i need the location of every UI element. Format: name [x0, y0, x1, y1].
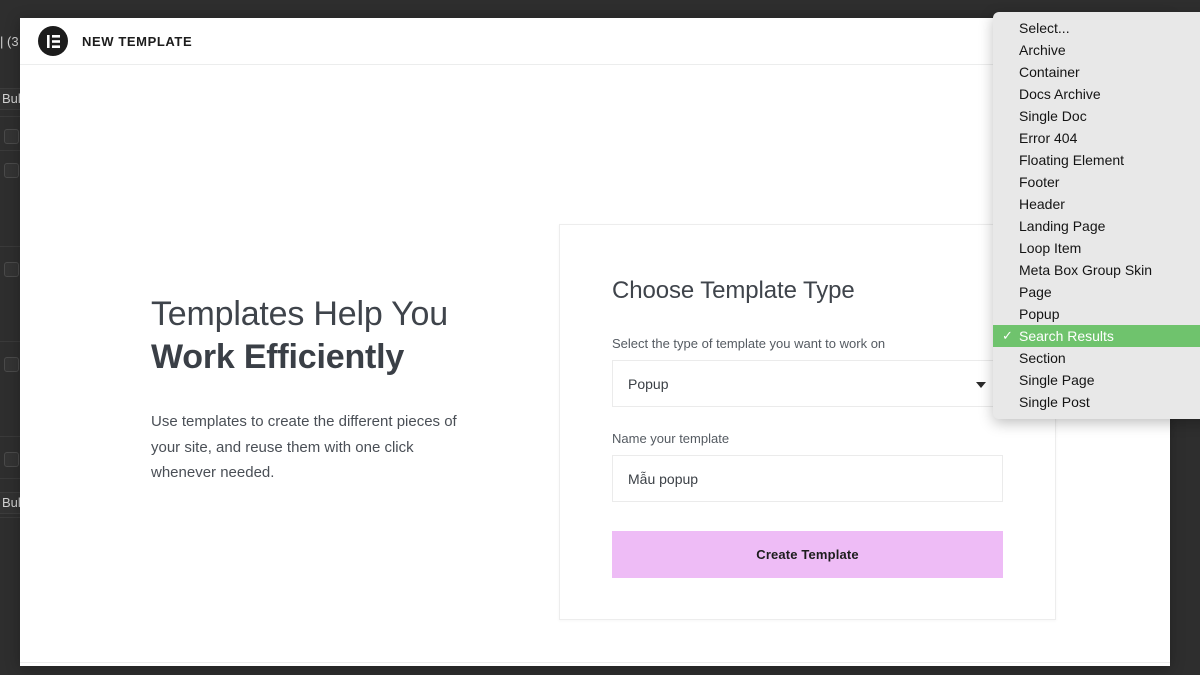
template-name-value: Mẫu popup — [628, 470, 699, 487]
modal-title: NEW TEMPLATE — [82, 33, 193, 49]
hero-heading-line2: Work Efficiently — [151, 338, 405, 376]
dropdown-option-label: Header — [1019, 196, 1065, 212]
dropdown-option[interactable]: Section — [993, 347, 1200, 369]
create-template-button[interactable]: Create Template — [612, 531, 1003, 578]
dropdown-option[interactable]: Footer — [993, 171, 1200, 193]
dropdown-option[interactable]: Landing Page — [993, 215, 1200, 237]
dropdown-option[interactable]: Floating Element — [993, 149, 1200, 171]
dropdown-option-label: Single Page — [1019, 372, 1095, 388]
background-row-checkbox — [4, 163, 19, 178]
elementor-logo-icon — [38, 26, 68, 56]
dropdown-option[interactable]: Single Doc — [993, 105, 1200, 127]
hero-paragraph: Use templates to create the different pi… — [151, 413, 457, 481]
dropdown-option[interactable]: Single Post — [993, 391, 1200, 413]
dropdown-option-label: Container — [1019, 64, 1080, 80]
dropdown-option-label: Page — [1019, 284, 1052, 300]
template-type-select[interactable]: Popup — [612, 360, 1003, 407]
template-name-input[interactable]: Mẫu popup — [612, 455, 1003, 502]
dropdown-option-label: Search Results — [1019, 328, 1114, 344]
dropdown-option-label: Meta Box Group Skin — [1019, 262, 1153, 278]
background-row-checkbox — [4, 452, 19, 467]
background-row-checkbox — [4, 262, 19, 277]
template-type-selected-value: Popup — [628, 375, 669, 392]
dropdown-option-label: Single Doc — [1019, 108, 1087, 124]
dropdown-option-label: Error 404 — [1019, 130, 1078, 146]
dropdown-option-label: Loop Item — [1019, 240, 1082, 256]
dropdown-option[interactable]: Archive — [993, 39, 1200, 61]
dropdown-option-label: Archive — [1019, 42, 1066, 58]
chevron-down-icon — [976, 381, 986, 388]
check-icon: ✓ — [1002, 328, 1013, 343]
dropdown-option-label: Popup — [1019, 306, 1060, 322]
dropdown-option[interactable]: Popup — [993, 303, 1200, 325]
hero-heading-line1: Templates Help You — [151, 295, 448, 333]
dropdown-option[interactable]: ✓ Search Results — [993, 325, 1200, 347]
dropdown-option-label: Docs Archive — [1019, 86, 1101, 102]
dropdown-option-label: Single Post — [1019, 394, 1090, 410]
hero-section: Templates Help You Work Efficiently Use … — [151, 293, 481, 486]
dropdown-option[interactable]: Error 404 — [993, 127, 1200, 149]
dropdown-option[interactable]: Docs Archive — [993, 83, 1200, 105]
background-row-checkbox — [4, 129, 19, 144]
dropdown-option[interactable]: Page — [993, 281, 1200, 303]
background-count-text: | (3 — [0, 34, 19, 49]
dropdown-option[interactable]: Select... — [993, 17, 1200, 39]
dropdown-option-label: Footer — [1019, 174, 1060, 190]
dropdown-option-label: Landing Page — [1019, 218, 1106, 234]
dropdown-option[interactable]: Single Page — [993, 369, 1200, 391]
dropdown-option[interactable]: Meta Box Group Skin — [993, 259, 1200, 281]
modal-footer-divider — [20, 662, 1170, 663]
dropdown-option-label: Floating Element — [1019, 152, 1125, 168]
template-type-dropdown-list[interactable]: Select... Archive Container Docs Archive Sin… — [993, 12, 1200, 419]
hero-heading: Templates Help You Work Efficiently — [151, 293, 481, 379]
dropdown-option-label: Section — [1019, 350, 1066, 366]
dropdown-option[interactable]: Container — [993, 61, 1200, 83]
background-row-checkbox — [4, 357, 19, 372]
template-name-label: Name your template — [612, 431, 730, 446]
dropdown-option[interactable]: Header — [993, 193, 1200, 215]
dropdown-option[interactable]: Loop Item — [993, 237, 1200, 259]
dropdown-option-label: Select... — [1019, 20, 1070, 36]
template-type-label: Select the type of template you want to … — [612, 336, 886, 351]
card-title: Choose Template Type — [612, 277, 855, 304]
choose-template-type-card: Choose Template Type Select the type of … — [559, 224, 1056, 620]
